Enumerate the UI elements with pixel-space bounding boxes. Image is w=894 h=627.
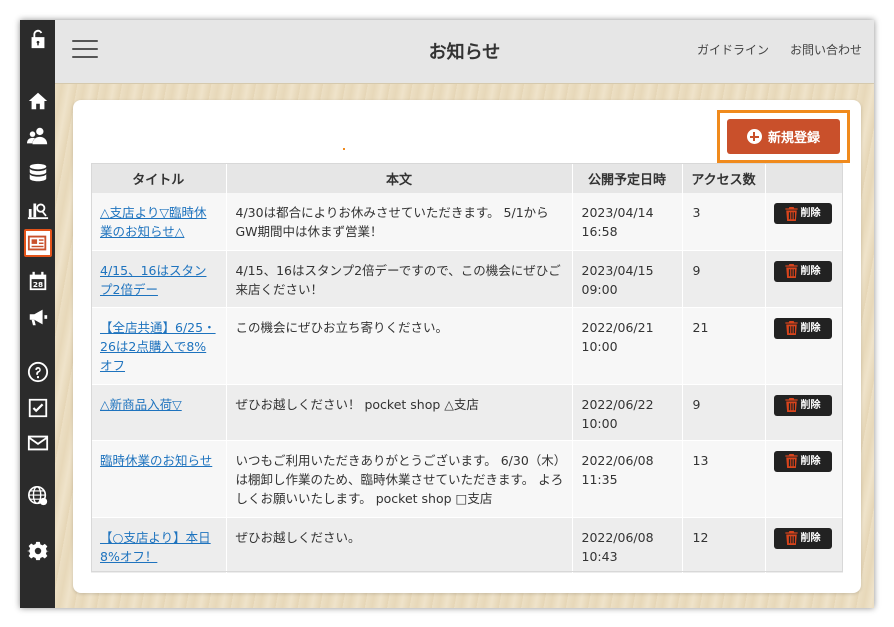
new-register-label: 新規登録 (767, 131, 820, 146)
table-row: 【○支店より】本日8%オフ！ ぜひお越しください。 2022/06/08 10:… (91, 517, 843, 574)
home-icon[interactable] (25, 88, 51, 114)
delete-label: 削除 (800, 208, 821, 219)
trash-icon (784, 264, 798, 278)
header: お知らせ ガイドライン お問い合わせ (55, 20, 874, 84)
unlock-icon[interactable] (25, 26, 51, 52)
svg-text:28: 28 (33, 280, 43, 289)
access-count: 21 (682, 307, 766, 385)
notice-title-link[interactable]: 4/15、16はスタンプ2倍デー (100, 263, 206, 297)
plus-circle-icon (746, 129, 762, 144)
access-count: 13 (682, 440, 766, 518)
access-count: 9 (682, 384, 766, 441)
database-icon[interactable] (25, 160, 51, 186)
calendar-icon[interactable]: 28 (25, 268, 51, 294)
notice-title-link[interactable]: 臨時休業のお知らせ (100, 453, 212, 468)
notice-body: 4/15、16はスタンプ2倍デーですので、この機会にぜひご来店ください！ (226, 250, 573, 308)
notice-body: いつもご利用いただきありがとうございます。 6/30（木）は棚卸し作業のため、臨… (226, 440, 573, 518)
content-area: 新規登録 タイトル 本文 公開予定日時 アクセス数 △支店より▽臨時休業のお知ら… (55, 84, 874, 608)
column-header-actions (765, 163, 843, 193)
sidebar: 28 (20, 20, 55, 608)
mail-icon[interactable] (25, 430, 51, 456)
trash-icon (784, 321, 798, 335)
new-button-highlight: 新規登録 (717, 110, 850, 163)
delete-button[interactable]: 削除 (773, 394, 832, 416)
gear-icon[interactable] (25, 538, 51, 564)
notice-title-link[interactable]: 【○支店より】本日8%オフ！ (100, 530, 211, 564)
notice-body: 4/30は都合によりお休みさせていただきます。 5/1からGW期間中は休まず営業… (226, 193, 573, 251)
publish-date: 2023/04/14 16:58 (572, 193, 683, 251)
checkbox-icon[interactable] (25, 395, 51, 421)
users-icon[interactable] (25, 123, 51, 149)
notice-list-card: 新規登録 タイトル 本文 公開予定日時 アクセス数 △支店より▽臨時休業のお知ら… (73, 100, 861, 593)
notice-body: この機会にぜひお立ち寄りください。 (226, 307, 573, 385)
table-row: 【全店共通】6/25・26は2点購入で8%オフ この機会にぜひお立ち寄りください… (91, 307, 843, 385)
notice-body: ぜひお越しください！ pocket shop △支店 (226, 384, 573, 441)
column-header-title: タイトル (91, 163, 227, 193)
publish-date: 2022/06/08 11:35 (572, 440, 683, 518)
access-count: 9 (682, 250, 766, 308)
globe-icon[interactable] (25, 483, 51, 509)
notice-title-link[interactable]: 【全店共通】6/25・26は2点購入で8%オフ (100, 320, 216, 373)
decorative-dot (343, 148, 345, 150)
delete-label: 削除 (800, 265, 821, 277)
trash-icon (784, 454, 798, 468)
column-header-access: アクセス数 (682, 163, 766, 193)
contact-link[interactable]: お問い合わせ (790, 41, 862, 58)
help-icon[interactable] (25, 359, 51, 385)
notice-title-link[interactable]: △新商品入荷▽ (100, 397, 182, 412)
notice-table: タイトル 本文 公開予定日時 アクセス数 △支店より▽臨時休業のお知らせ△ 4/… (91, 163, 843, 574)
guideline-link[interactable]: ガイドライン (697, 41, 769, 58)
trash-icon (784, 531, 798, 545)
new-register-button[interactable]: 新規登録 (727, 119, 840, 154)
delete-button[interactable]: 削除 (773, 203, 832, 224)
publish-date: 2023/04/15 09:00 (572, 250, 683, 308)
delete-button[interactable]: 削除 (773, 317, 832, 339)
table-header-row: タイトル 本文 公開予定日時 アクセス数 (91, 163, 843, 193)
delete-label: 削除 (800, 322, 821, 334)
trash-icon (784, 206, 798, 221)
hamburger-menu-icon[interactable] (72, 38, 98, 60)
delete-button[interactable]: 削除 (773, 527, 832, 549)
delete-label: 削除 (800, 455, 821, 467)
table-row: 臨時休業のお知らせ いつもご利用いただきありがとうございます。 6/30（木）は… (91, 440, 843, 518)
analytics-icon[interactable] (25, 196, 51, 222)
column-header-body: 本文 (226, 163, 573, 193)
column-header-date: 公開予定日時 (572, 163, 683, 193)
delete-button[interactable]: 削除 (773, 450, 832, 472)
publish-date: 2022/06/21 10:00 (572, 307, 683, 385)
publish-date: 2022/06/22 10:00 (572, 384, 683, 441)
delete-button[interactable]: 削除 (773, 260, 832, 282)
trash-icon (784, 398, 798, 412)
notice-body: ぜひお越しください。 (226, 517, 573, 574)
table-row: △支店より▽臨時休業のお知らせ△ 4/30は都合によりお休みさせていただきます。… (91, 193, 843, 251)
delete-label: 削除 (800, 399, 821, 411)
access-count: 3 (682, 193, 766, 251)
table-row: △新商品入荷▽ ぜひお越しください！ pocket shop △支店 2022/… (91, 384, 843, 441)
notice-title-link[interactable]: △支店より▽臨時休業のお知らせ△ (100, 205, 206, 239)
megaphone-icon[interactable] (25, 304, 51, 330)
publish-date: 2022/06/08 10:43 (572, 517, 683, 574)
app-window: 28 お知らせ ガイドライン お問い合わせ 新規登録 タイトル 本文 公開予定日… (20, 20, 874, 608)
access-count: 12 (682, 517, 766, 574)
delete-label: 削除 (800, 532, 821, 544)
table-row: 4/15、16はスタンプ2倍デー 4/15、16はスタンプ2倍デーですので、この… (91, 250, 843, 308)
news-icon[interactable] (24, 229, 52, 257)
